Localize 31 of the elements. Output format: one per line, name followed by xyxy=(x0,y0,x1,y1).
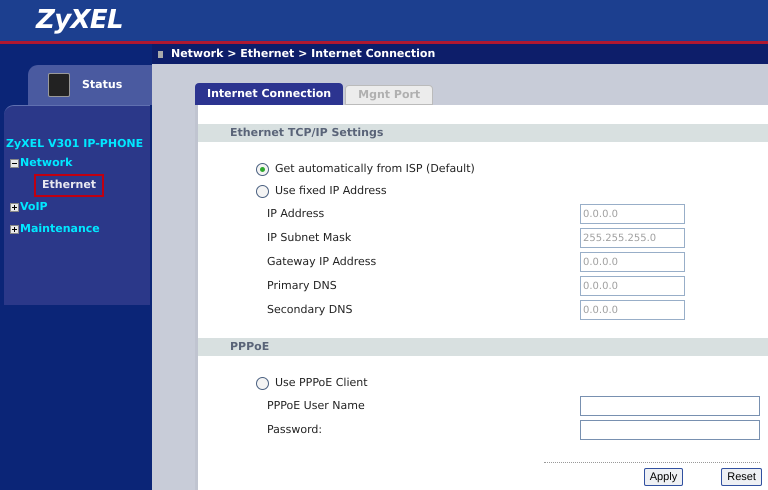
radio-label: Use fixed IP Address xyxy=(275,182,387,199)
breadcrumb: Network > Ethernet > Internet Connection xyxy=(171,46,436,62)
field-label: PPPoE User Name xyxy=(267,398,366,414)
field-label: IP Address xyxy=(267,206,326,222)
tree-item[interactable]: VoIP xyxy=(20,199,48,216)
tree-item[interactable]: Maintenance xyxy=(20,221,100,238)
input-field[interactable] xyxy=(580,420,760,440)
tree-item[interactable]: Network xyxy=(20,155,72,172)
field-label: Password: xyxy=(267,422,324,438)
expand-icon[interactable] xyxy=(10,225,19,234)
input-field[interactable] xyxy=(580,396,760,416)
reset-button[interactable]: Reset xyxy=(721,468,762,486)
radio-button[interactable] xyxy=(256,162,269,176)
radio-button[interactable] xyxy=(256,184,269,198)
collapse-icon[interactable] xyxy=(10,159,19,168)
section-header: PPPoE xyxy=(198,338,768,356)
expand-icon[interactable] xyxy=(10,203,19,212)
section-header: Ethernet TCP/IP Settings xyxy=(198,124,768,142)
field-label: Secondary DNS xyxy=(267,302,354,318)
apply-button[interactable]: Apply xyxy=(644,468,684,486)
tree-title: ZyXEL V301 IP-PHONE xyxy=(6,136,144,152)
radio-button[interactable] xyxy=(256,376,269,390)
logo: ZyXEL xyxy=(36,4,123,37)
field-label: IP Subnet Mask xyxy=(267,230,352,246)
tab[interactable]: Internet Connection xyxy=(195,83,344,105)
radio-label: Use PPPoE Client xyxy=(275,374,368,391)
field-label: Gateway IP Address xyxy=(267,254,378,270)
tree-item[interactable]: Ethernet xyxy=(34,174,104,197)
status-tab[interactable]: Status xyxy=(28,65,152,105)
field-label: Primary DNS xyxy=(267,278,338,294)
radio-label: Get automatically from ISP (Default) xyxy=(275,160,475,177)
